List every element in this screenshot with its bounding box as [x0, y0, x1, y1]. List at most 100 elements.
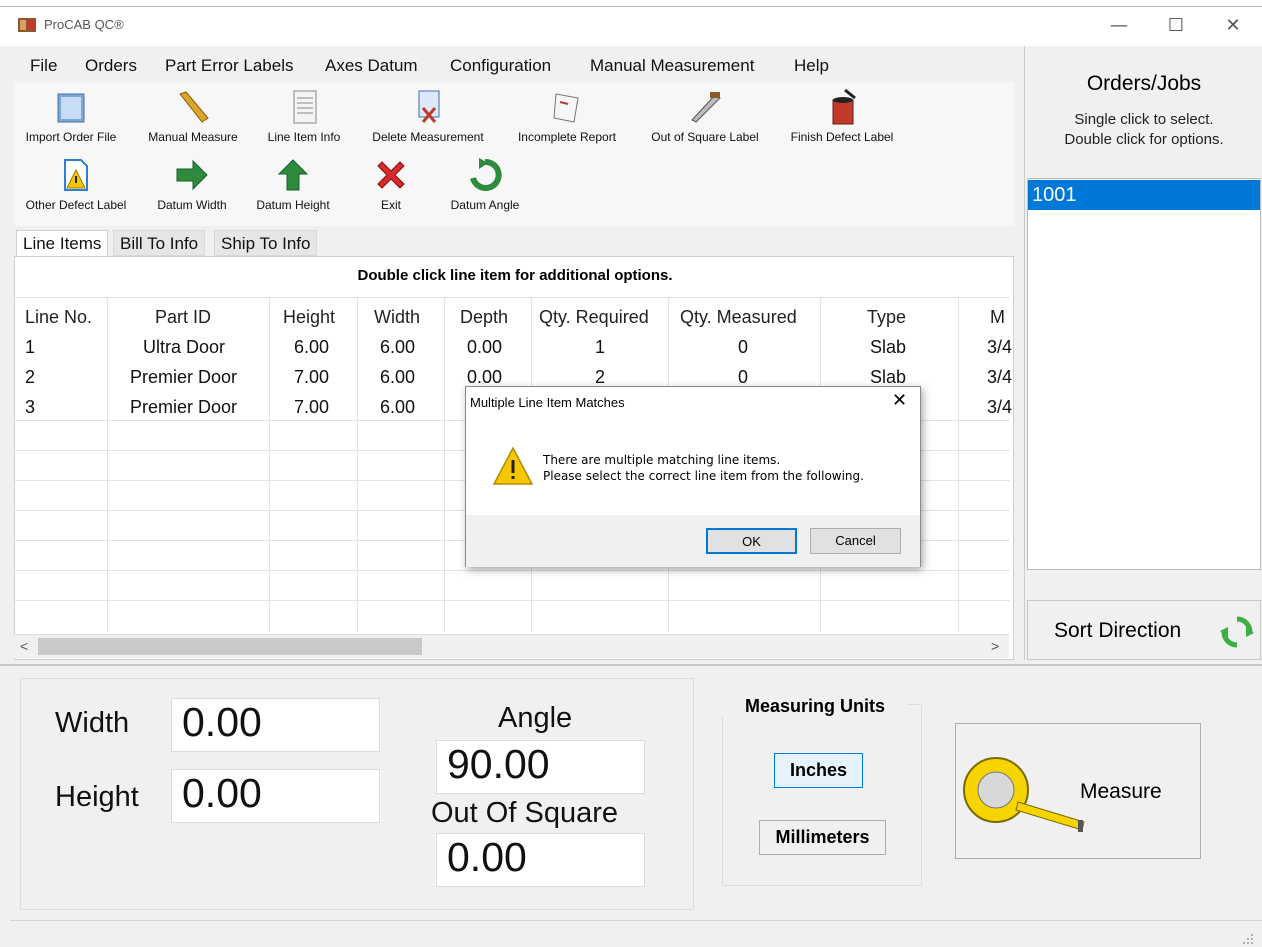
cell-width[interactable]: 6.00 — [380, 337, 415, 358]
cell-line-no[interactable]: 2 — [25, 367, 35, 388]
toolbar-label: Exit — [380, 198, 401, 212]
out-of-square-field[interactable]: 0.00 — [436, 833, 645, 887]
horizontal-scrollbar[interactable]: < > — [14, 634, 1009, 658]
col-qty-measured[interactable]: Qty. Measured — [680, 307, 797, 328]
grid-divider — [269, 297, 270, 632]
datum-width-button[interactable]: Datum Width — [146, 156, 238, 212]
incomplete-report-button[interactable]: Incomplete Report — [506, 88, 628, 144]
tab-line-items[interactable]: Line Items — [16, 230, 109, 256]
inches-button[interactable]: Inches — [774, 753, 863, 788]
grid-divider — [15, 570, 1010, 571]
cell-height[interactable]: 7.00 — [294, 367, 329, 388]
menu-part-error-labels[interactable]: Part Error Labels — [165, 56, 294, 76]
folder-icon — [57, 93, 85, 123]
toolbar-label: Other Defect Label — [25, 198, 127, 212]
line-item-info-button[interactable]: Line Item Info — [258, 88, 350, 144]
col-material[interactable]: M — [990, 307, 1005, 328]
col-depth[interactable]: Depth — [460, 307, 508, 328]
close-window-button[interactable]: ✕ — [1210, 10, 1256, 42]
tab-ship-to-info[interactable]: Ship To Info — [214, 230, 318, 256]
other-defect-label-button[interactable]: Other Defect Label — [14, 156, 138, 212]
cell-height[interactable]: 7.00 — [294, 397, 329, 418]
dialog-close-button[interactable]: ✕ — [892, 390, 907, 411]
width-field[interactable]: 0.00 — [171, 698, 380, 752]
cell-material[interactable]: 3/4 — [987, 337, 1012, 358]
cell-type[interactable]: Slab — [870, 337, 906, 358]
paint-can-icon — [832, 88, 856, 125]
cell-width[interactable]: 6.00 — [380, 367, 415, 388]
toolbar-label: Import Order File — [25, 130, 117, 144]
angle-field[interactable]: 90.00 — [436, 740, 645, 794]
millimeters-button[interactable]: Millimeters — [759, 820, 886, 855]
grid-divider — [958, 297, 959, 632]
cell-material[interactable]: 3/4 — [987, 367, 1012, 388]
orders-list[interactable]: 1001 — [1027, 178, 1261, 570]
col-part-id[interactable]: Part ID — [155, 307, 211, 328]
minimize-button[interactable]: — — [1096, 10, 1142, 42]
finish-defect-label-button[interactable]: Finish Defect Label — [780, 88, 904, 144]
datum-angle-button[interactable]: Datum Angle — [442, 156, 528, 212]
toolbar: Import Order File Manual Measure Line It… — [14, 82, 1014, 226]
height-field[interactable]: 0.00 — [171, 769, 380, 823]
scroll-left-arrow[interactable]: < — [20, 638, 28, 654]
cell-line-no[interactable]: 1 — [25, 337, 35, 358]
measure-button[interactable]: Measure — [955, 723, 1201, 859]
col-type[interactable]: Type — [867, 307, 906, 328]
menu-file[interactable]: File — [30, 56, 57, 76]
grid-divider — [357, 297, 358, 632]
cell-qty-required[interactable]: 1 — [595, 337, 605, 358]
cell-part-id[interactable]: Premier Door — [130, 367, 237, 388]
col-width[interactable]: Width — [374, 307, 420, 328]
cancel-button[interactable]: Cancel — [810, 528, 901, 554]
toolbar-label: Datum Width — [157, 198, 227, 212]
maximize-button[interactable]: ☐ — [1153, 10, 1199, 42]
tab-bill-to-info[interactable]: Bill To Info — [113, 230, 206, 256]
cell-depth[interactable]: 0.00 — [467, 367, 502, 388]
datum-height-button[interactable]: Datum Height — [246, 156, 340, 212]
menu-manual-measurement[interactable]: Manual Measurement — [590, 56, 754, 76]
menu-configuration[interactable]: Configuration — [450, 56, 551, 76]
col-height[interactable]: Height — [283, 307, 335, 328]
cell-line-no[interactable]: 3 — [25, 397, 35, 418]
delete-measurement-button[interactable]: Delete Measurement — [360, 88, 496, 144]
menu-help[interactable]: Help — [794, 56, 829, 76]
window-top-border — [0, 6, 1262, 7]
exit-button[interactable]: Exit — [366, 156, 416, 212]
square-tool-icon — [691, 92, 721, 123]
cell-part-id[interactable]: Premier Door — [130, 397, 237, 418]
cell-width[interactable]: 6.00 — [380, 397, 415, 418]
cell-type[interactable]: Slab — [870, 367, 906, 388]
manual-measure-button[interactable]: Manual Measure — [138, 88, 248, 144]
col-qty-required[interactable]: Qty. Required — [539, 307, 649, 328]
grid-hint: Double click line item for additional op… — [357, 267, 673, 284]
orders-instruction-1: Single click to select. — [1074, 111, 1214, 128]
col-line-no[interactable]: Line No. — [25, 307, 92, 328]
cell-qty-measured[interactable]: 0 — [738, 367, 748, 388]
out-of-square-label-button[interactable]: Out of Square Label — [638, 88, 772, 144]
order-item-selected[interactable]: 1001 — [1028, 180, 1260, 210]
grid-divider — [107, 297, 108, 632]
toolbar-label: Line Item Info — [267, 130, 341, 144]
ok-button[interactable]: OK — [706, 528, 797, 554]
cell-qty-measured[interactable]: 0 — [738, 337, 748, 358]
cell-depth[interactable]: 0.00 — [467, 337, 502, 358]
arrow-right-icon — [176, 159, 208, 191]
measuring-units-title: Measuring Units — [722, 696, 908, 717]
scroll-right-arrow[interactable]: > — [991, 638, 999, 654]
window-title: ProCAB QC® — [44, 17, 124, 32]
cell-height[interactable]: 6.00 — [294, 337, 329, 358]
menu-orders[interactable]: Orders — [85, 56, 137, 76]
dialog-title: Multiple Line Item Matches — [470, 395, 625, 410]
rotate-arrow-icon — [470, 158, 502, 191]
toolbar-label: Delete Measurement — [372, 130, 484, 144]
menu-axes-datum[interactable]: Axes Datum — [325, 56, 418, 76]
import-order-file-button[interactable]: Import Order File — [14, 88, 128, 144]
cell-part-id[interactable]: Ultra Door — [143, 337, 225, 358]
cell-qty-required[interactable]: 2 — [595, 367, 605, 388]
scrollbar-thumb[interactable] — [38, 638, 422, 655]
sort-direction-button[interactable]: Sort Direction — [1027, 600, 1261, 660]
menu-bar: File Orders Part Error Labels Axes Datum… — [14, 50, 1014, 80]
resize-grip-icon[interactable] — [1240, 931, 1254, 945]
cell-material[interactable]: 3/4 — [987, 397, 1012, 418]
toolbar-label: Incomplete Report — [517, 130, 617, 144]
